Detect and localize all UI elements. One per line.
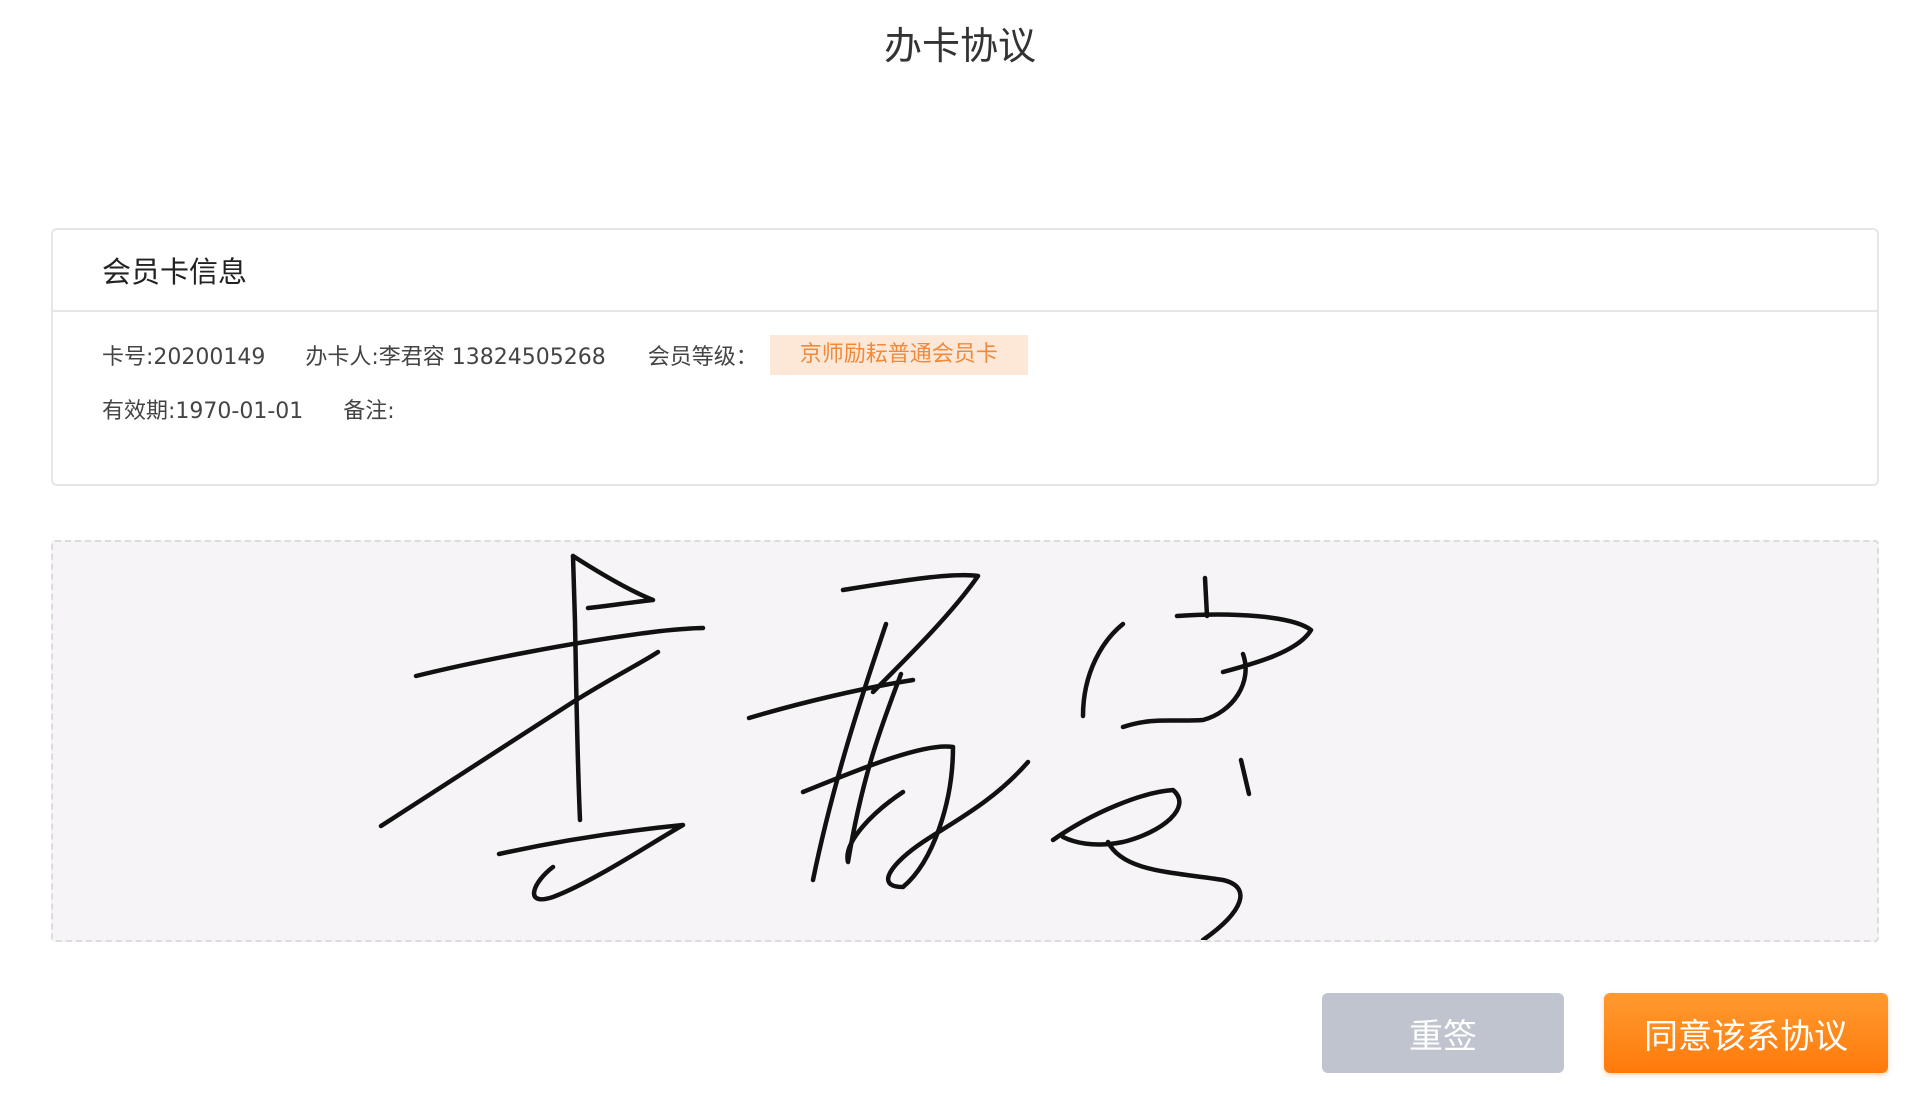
valid-until: 有效期:1970-01-01 — [102, 399, 304, 424]
signature-stroke — [1080, 621, 1126, 719]
member-card-info-panel: 会员卡信息 卡号:20200149 办卡人:李君容 13824505268 会员… — [51, 228, 1879, 486]
signature-stroke — [570, 553, 656, 611]
signature-stroke — [800, 744, 1031, 890]
signature-stroke — [378, 649, 661, 829]
page-title: 办卡协议 — [883, 24, 1036, 68]
card-info-row-2: 有效期:1970-01-01 备注: — [102, 394, 1877, 424]
applicant-info: 办卡人:李君容 13824505268 — [305, 345, 606, 370]
member-level-label: 会员等级： — [647, 345, 758, 370]
resign-button[interactable]: 重签 — [1322, 993, 1564, 1073]
signature-stroke — [1238, 757, 1252, 797]
signature-stroke — [570, 553, 583, 823]
signature-stroke — [840, 572, 981, 695]
signature-stroke — [1105, 839, 1243, 940]
card-number: 卡号:20200149 — [102, 345, 266, 370]
card-info-header: 会员卡信息 — [53, 230, 1877, 312]
signature-pad[interactable] — [51, 540, 1879, 942]
agree-agreement-button[interactable]: 同意该系协议 — [1604, 993, 1888, 1073]
card-info-body: 卡号:20200149 办卡人:李君容 13824505268 会员等级： 京师… — [53, 334, 1877, 424]
signature-stroke — [496, 822, 686, 902]
remark-label: 备注: — [343, 399, 395, 424]
agreement-page: 办卡协议 会员卡信息 卡号:20200149 办卡人:李君容 138245052… — [0, 0, 1920, 1116]
signature-stroke — [1050, 787, 1182, 847]
signature-stroke — [845, 671, 906, 865]
signature-stroke — [1202, 575, 1210, 619]
card-info-row-1: 卡号:20200149 办卡人:李君容 13824505268 会员等级： 京师… — [102, 334, 1877, 376]
signature-stroke — [1120, 651, 1248, 730]
signature-drawing — [378, 553, 1314, 940]
member-level-badge: 京师励耘普通会员卡 — [769, 335, 1028, 375]
